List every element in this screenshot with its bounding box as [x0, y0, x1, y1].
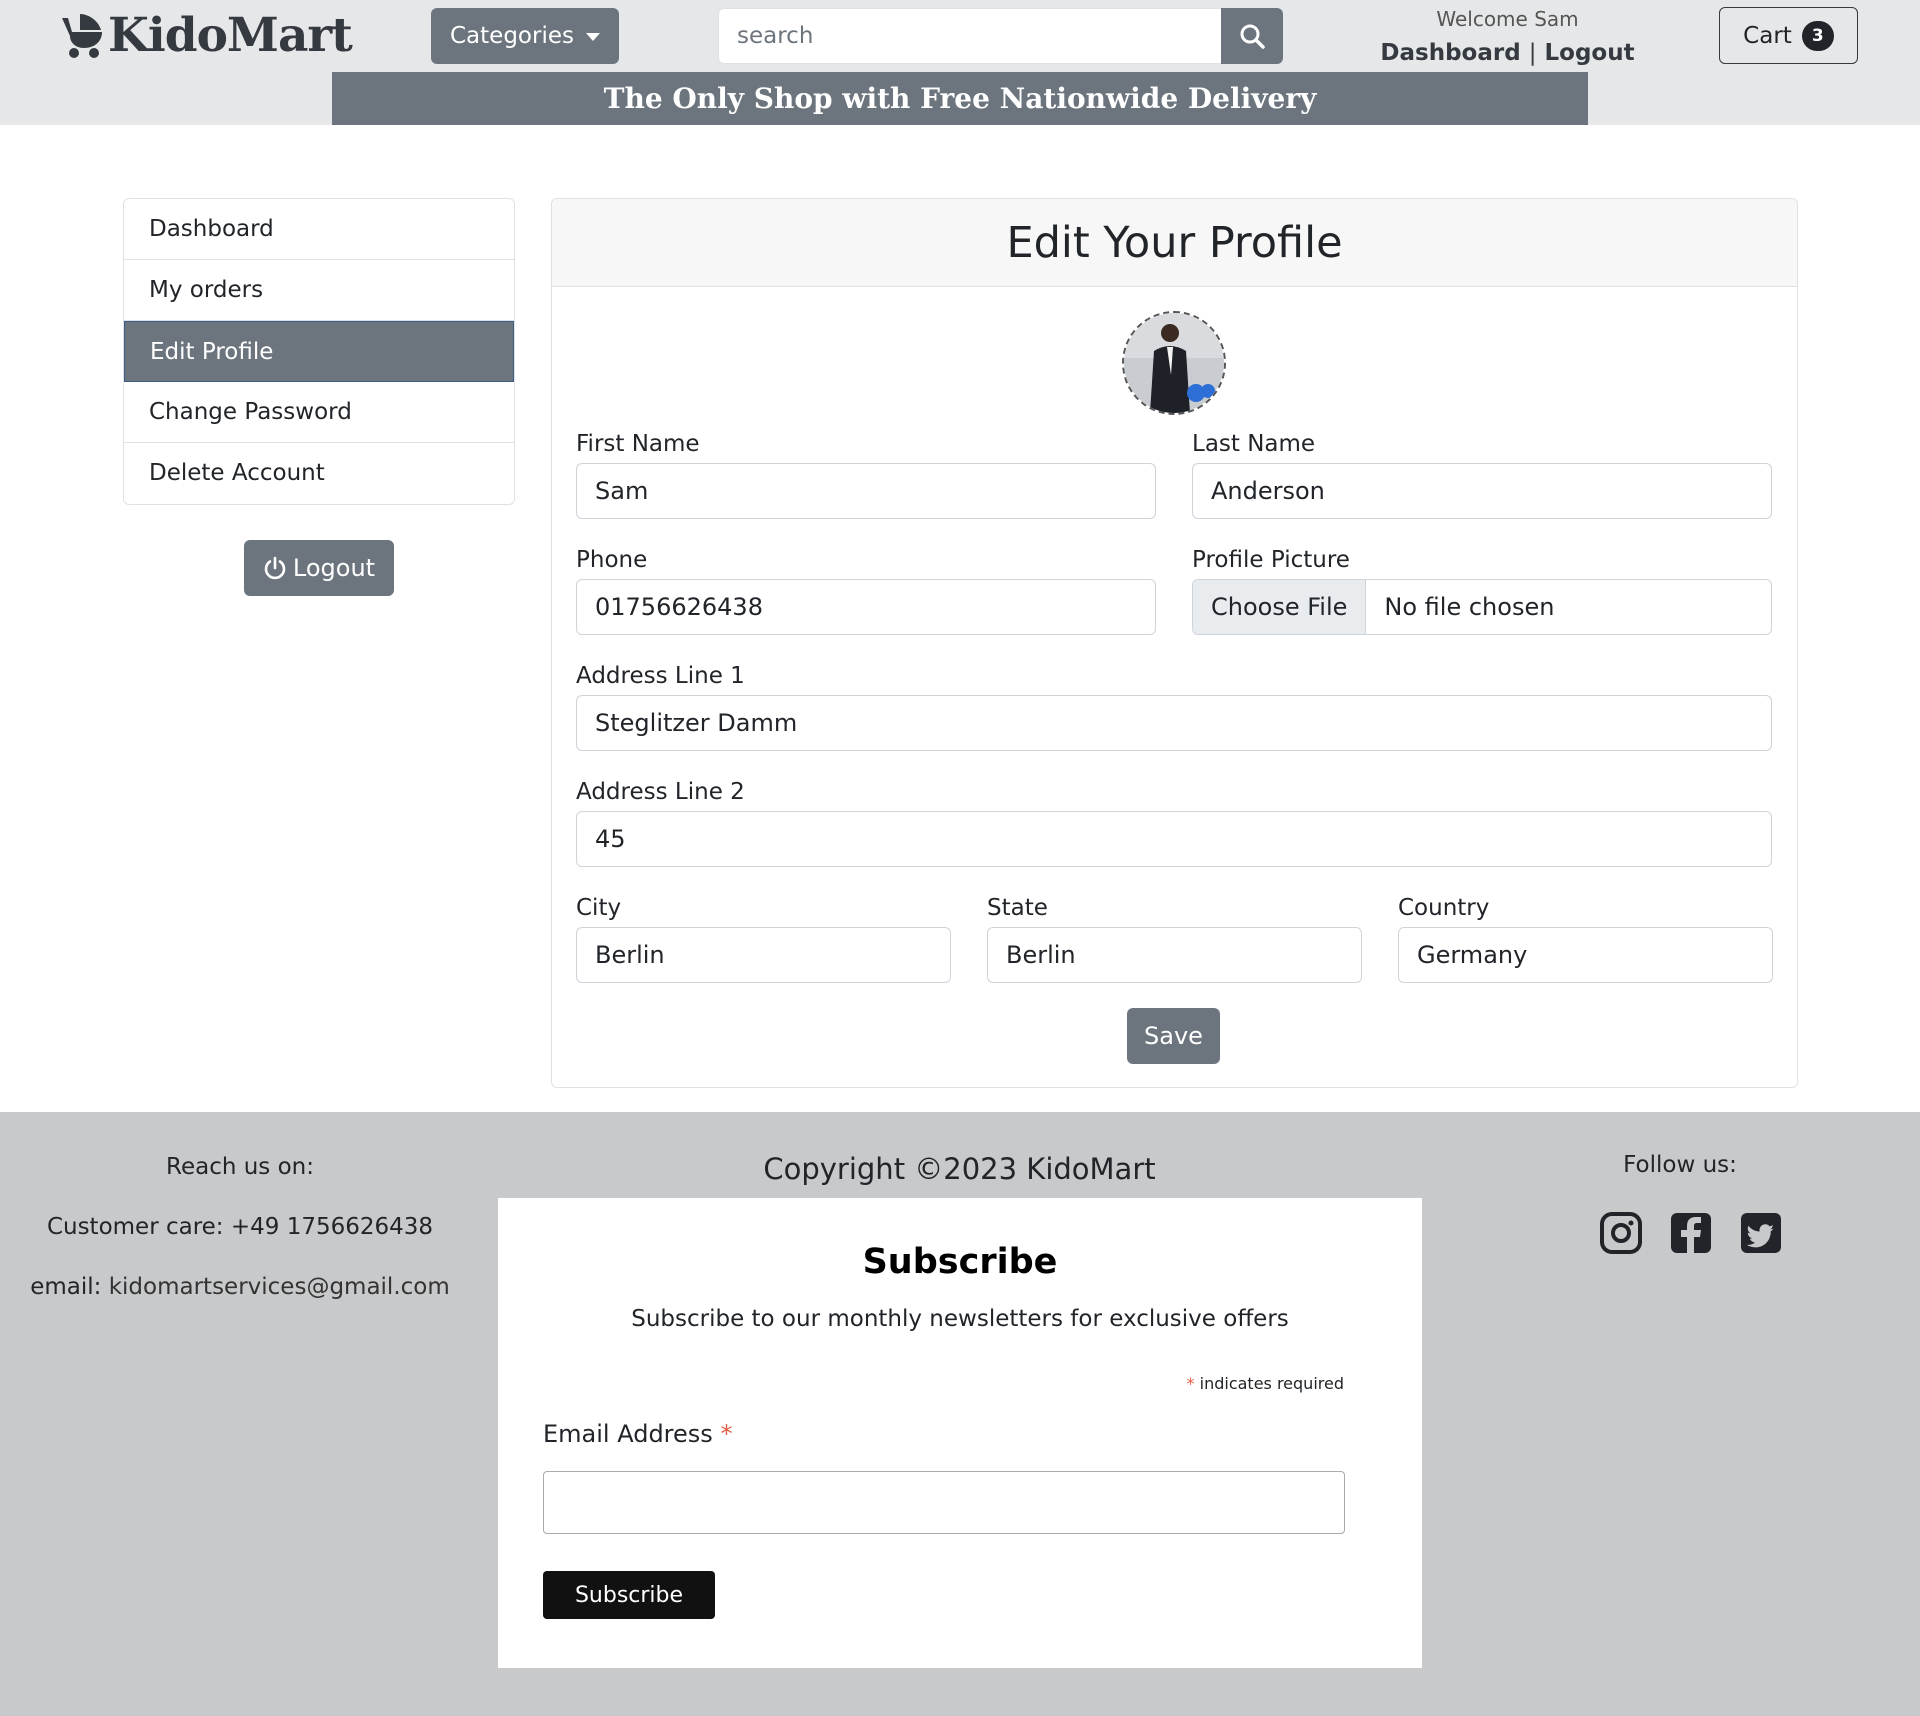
- follow-us-title: Follow us:: [1623, 1152, 1737, 1178]
- logout-label: Logout: [292, 554, 376, 582]
- country-field[interactable]: [1398, 927, 1773, 983]
- cart-label: Cart: [1743, 22, 1792, 49]
- email-address-label-text: Email Address: [543, 1420, 713, 1448]
- site-logo[interactable]: KidoMart: [58, 7, 353, 63]
- account-sidebar: Dashboard My orders Edit Profile Change …: [123, 198, 515, 505]
- subscribe-title: Subscribe: [862, 1242, 1058, 1282]
- welcome-text: Welcome Sam: [1436, 7, 1579, 31]
- sidebar-item-my-orders[interactable]: My orders: [124, 260, 514, 321]
- search-button[interactable]: [1221, 8, 1283, 64]
- site-footer: Reach us on: Customer care: +49 17566264…: [0, 1112, 1920, 1716]
- categories-dropdown-button[interactable]: Categories: [431, 8, 619, 64]
- country-label: Country: [1398, 895, 1490, 921]
- city-label: City: [576, 895, 622, 921]
- stroller-icon: [62, 14, 102, 58]
- support-email-link[interactable]: kidomartservices@gmail.com: [109, 1274, 450, 1300]
- search-bar: [718, 8, 1283, 64]
- facebook-icon[interactable]: [1670, 1212, 1712, 1254]
- search-icon: [1240, 24, 1265, 49]
- sidebar-item-delete-account[interactable]: Delete Account: [124, 443, 514, 504]
- email-required-star: *: [720, 1420, 733, 1448]
- cart-button[interactable]: Cart 3: [1719, 7, 1858, 64]
- first-name-label: First Name: [576, 431, 700, 457]
- email-line: email: kidomartservices@gmail.com: [0, 1272, 480, 1332]
- file-name-text: No file chosen: [1384, 593, 1555, 621]
- sidebar-item-change-password[interactable]: Change Password: [124, 382, 514, 443]
- search-input[interactable]: [718, 8, 1221, 64]
- caret-down-icon: [585, 33, 600, 41]
- profile-avatar: [1122, 311, 1226, 415]
- state-field[interactable]: [987, 927, 1362, 983]
- customer-care-text: Customer care: +49 1756626438: [46, 1214, 434, 1240]
- dashboard-link[interactable]: Dashboard: [1380, 40, 1520, 66]
- copyright-text: Copyright ©2023 KidoMart: [763, 1152, 1156, 1186]
- profile-picture-label: Profile Picture: [1192, 547, 1350, 573]
- required-note: * indicates required: [1187, 1374, 1344, 1393]
- newsletter-email-input[interactable]: [543, 1471, 1345, 1534]
- page-title: Edit Your Profile: [552, 199, 1797, 287]
- link-separator: |: [1528, 40, 1537, 66]
- state-label: State: [987, 895, 1048, 921]
- address1-label: Address Line 1: [576, 663, 745, 689]
- choose-file-button[interactable]: Choose File: [1193, 580, 1367, 634]
- edit-profile-card: Edit Your Profile First Name Last Name P…: [551, 198, 1798, 1088]
- required-star: *: [1186, 1374, 1195, 1393]
- last-name-field[interactable]: [1192, 463, 1772, 519]
- social-links: [1600, 1212, 1782, 1254]
- first-name-field[interactable]: [576, 463, 1156, 519]
- newsletter-form: Subscribe Subscribe to our monthly newsl…: [498, 1198, 1422, 1668]
- contact-info: Reach us on: Customer care: +49 17566264…: [0, 1152, 480, 1332]
- email-address-label: Email Address *: [543, 1420, 732, 1448]
- categories-label: Categories: [450, 23, 574, 49]
- address1-field[interactable]: [576, 695, 1772, 751]
- promo-banner: The Only Shop with Free Nationwide Deliv…: [332, 72, 1588, 125]
- instagram-icon[interactable]: [1600, 1212, 1642, 1254]
- user-links: Dashboard | Logout: [1370, 40, 1645, 66]
- profile-picture-input[interactable]: Choose File No file chosen: [1192, 579, 1772, 635]
- cart-count-badge: 3: [1801, 20, 1834, 51]
- required-note-text: indicates required: [1199, 1374, 1344, 1393]
- twitter-icon[interactable]: [1740, 1212, 1782, 1254]
- address2-field[interactable]: [576, 811, 1772, 867]
- site-header: KidoMart Categories Welcome Sam Dashboar…: [0, 0, 1920, 125]
- avatar-image: [1124, 313, 1224, 413]
- subscribe-description: Subscribe to our monthly newsletters for…: [631, 1306, 1289, 1332]
- sidebar-logout-button[interactable]: Logout: [244, 540, 394, 596]
- city-field[interactable]: [576, 927, 951, 983]
- email-prefix: email:: [30, 1274, 109, 1300]
- sidebar-item-dashboard[interactable]: Dashboard: [124, 199, 514, 260]
- sidebar-item-edit-profile[interactable]: Edit Profile: [124, 321, 514, 382]
- logout-link[interactable]: Logout: [1544, 40, 1634, 66]
- phone-label: Phone: [576, 547, 648, 573]
- reach-us-title: Reach us on:: [166, 1154, 314, 1180]
- address2-label: Address Line 2: [576, 779, 745, 805]
- last-name-label: Last Name: [1192, 431, 1316, 457]
- welcome-area: Welcome Sam Dashboard | Logout: [1370, 6, 1645, 66]
- power-icon: [264, 556, 286, 580]
- logo-text: KidoMart: [108, 7, 353, 63]
- subscribe-button[interactable]: Subscribe: [543, 1571, 715, 1619]
- phone-field[interactable]: [576, 579, 1156, 635]
- save-button[interactable]: Save: [1127, 1008, 1220, 1064]
